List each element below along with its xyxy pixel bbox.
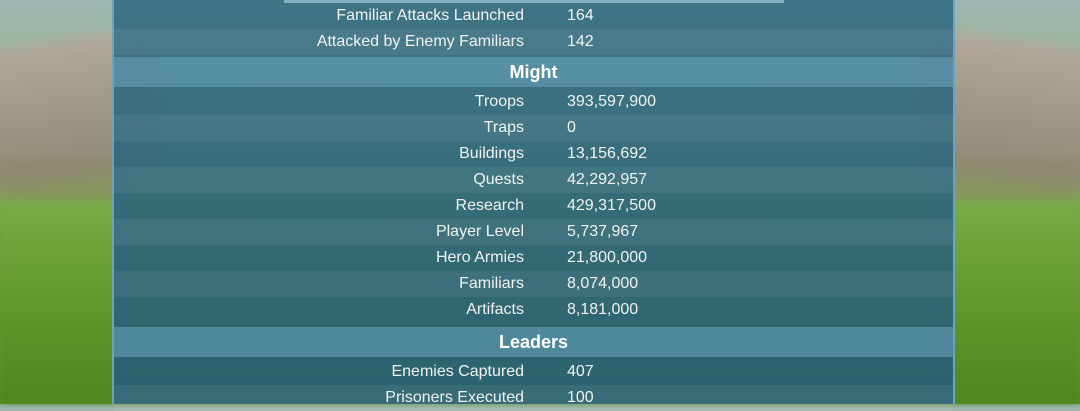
stat-row-traps: Traps 0 [114, 115, 953, 141]
stats-panel[interactable]: Familiar Attacks Launched 164 Attacked b… [112, 0, 955, 411]
left-ridge-background [0, 160, 130, 200]
stat-value: 393,597,900 [567, 93, 656, 110]
stat-value: 100 [567, 389, 594, 406]
stat-value: 164 [567, 7, 594, 24]
stat-row-research: Research 429,317,500 [114, 193, 953, 219]
stat-row-artifacts: Artifacts 8,181,000 [114, 297, 953, 323]
stat-label: Enemies Captured [391, 363, 524, 380]
stat-value: 0 [567, 119, 576, 136]
section-header-leaders: Leaders [114, 327, 953, 357]
stat-row-troops: Troops 393,597,900 [114, 89, 953, 115]
stat-label: Buildings [459, 145, 524, 162]
stat-value: 407 [567, 363, 594, 380]
stat-label: Attacked by Enemy Familiars [316, 33, 524, 50]
stat-value: 8,181,000 [567, 301, 639, 318]
stat-label: Familiars [459, 275, 524, 292]
stat-value: 42,292,957 [567, 171, 648, 188]
stat-value: 13,156,692 [567, 145, 648, 162]
section-header-might: Might [114, 57, 953, 87]
stat-label: Troops [474, 93, 524, 110]
stat-value: 8,074,000 [567, 275, 639, 292]
stat-row-quests: Quests 42,292,957 [114, 167, 953, 193]
stat-label: Artifacts [466, 301, 524, 318]
stat-label: Prisoners Executed [385, 389, 524, 406]
stat-row-familiars: Familiars 8,074,000 [114, 271, 953, 297]
stat-value: 142 [567, 33, 594, 50]
stat-value: 429,317,500 [567, 197, 656, 214]
stat-row-buildings: Buildings 13,156,692 [114, 141, 953, 167]
stat-row-player-level: Player Level 5,737,967 [114, 219, 953, 245]
stat-label: Traps [483, 119, 524, 136]
stat-value: 21,800,000 [567, 249, 648, 266]
stat-value: 5,737,967 [567, 223, 639, 240]
stat-row-attacked-by-enemy-familiars: Attacked by Enemy Familiars 142 [114, 29, 953, 55]
stat-label: Quests [473, 171, 524, 188]
stat-row-prisoners-executed: Prisoners Executed 100 [114, 385, 953, 411]
stat-row-hero-armies: Hero Armies 21,800,000 [114, 245, 953, 271]
right-ridge-background [950, 160, 1080, 200]
stat-row-enemies-captured: Enemies Captured 407 [114, 359, 953, 385]
stat-row-familiar-attacks-launched: Familiar Attacks Launched 164 [114, 3, 953, 29]
stat-label: Familiar Attacks Launched [336, 7, 524, 24]
stat-label: Player Level [435, 223, 524, 240]
stat-label: Hero Armies [435, 249, 524, 266]
stat-label: Research [455, 197, 524, 214]
